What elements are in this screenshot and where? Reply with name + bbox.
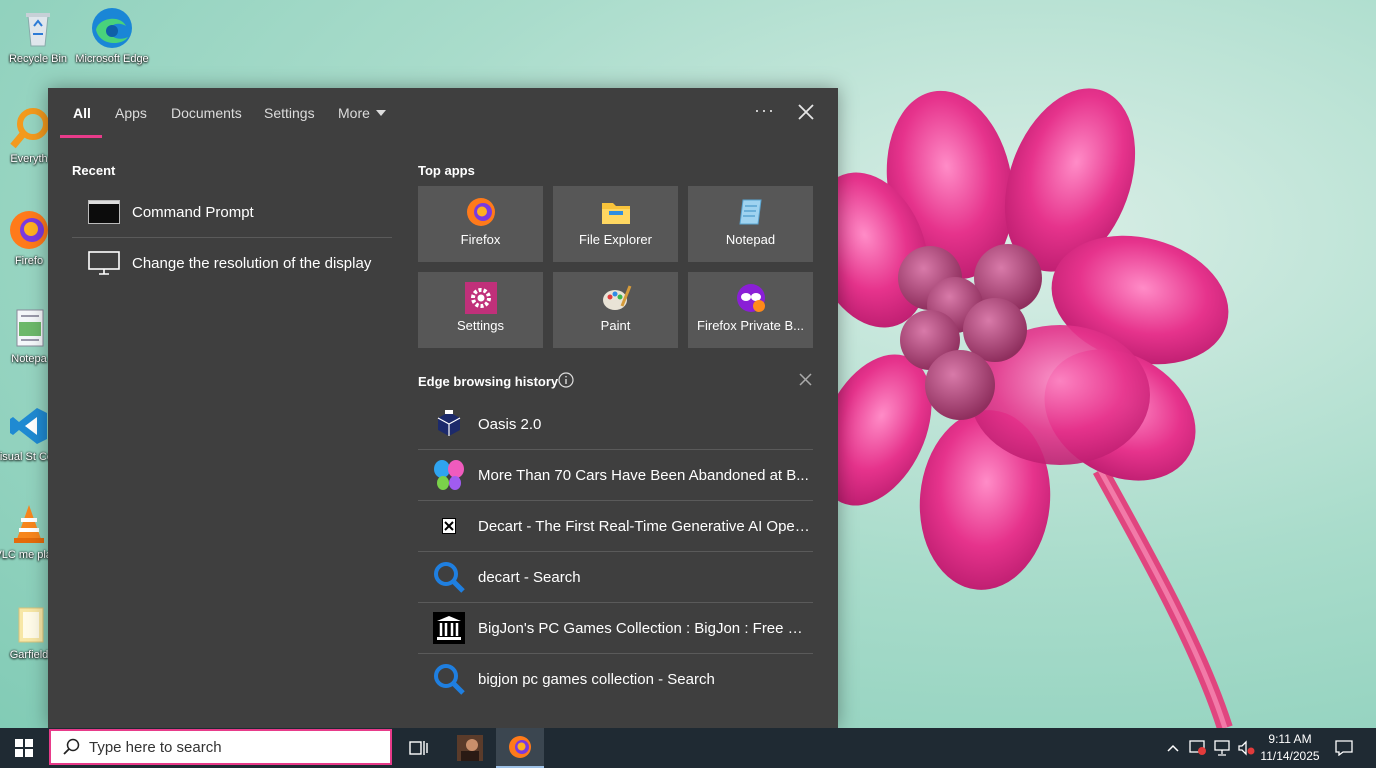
recent-item-label: Change the resolution of the display [132, 254, 372, 272]
command-prompt-icon [88, 200, 120, 224]
history-item[interactable]: Decart - The First Real-Time Generative … [418, 501, 813, 551]
history-item-label: More Than 70 Cars Have Been Abandoned at… [478, 466, 809, 484]
settings-gear-icon [464, 282, 497, 314]
start-button[interactable] [0, 728, 48, 768]
folder-icon [7, 602, 51, 646]
top-app-label: Paint [600, 318, 631, 333]
paint-palette-icon [600, 282, 632, 314]
edge-icon [90, 6, 134, 50]
taskbar-search-box[interactable] [49, 729, 392, 765]
taskbar-clock[interactable]: 9:11 AM 11/14/2025 [1253, 731, 1327, 765]
top-app-paint[interactable]: Paint [553, 272, 678, 348]
tab-more-label: More [338, 105, 370, 121]
chevron-up-icon [1167, 744, 1179, 752]
top-app-label: Notepad [725, 232, 776, 247]
history-item-label: Decart - The First Real-Time Generative … [478, 517, 813, 535]
top-apps-title: Top apps [418, 163, 475, 178]
desktop-icon-recycle-bin[interactable]: Recycle Bin [1, 6, 75, 65]
history-item-label: Oasis 2.0 [478, 415, 542, 433]
desktop-icon-label: Recycle Bin [8, 53, 68, 65]
history-item[interactable]: More Than 70 Cars Have Been Abandoned at… [418, 450, 813, 500]
top-app-label: Firefox Private B... [697, 318, 804, 333]
desktop-icon-label: Microsoft Edge [75, 53, 149, 65]
show-hidden-icons-button[interactable] [1163, 728, 1183, 768]
recent-item-display-resolution[interactable]: Change the resolution of the display [72, 238, 392, 288]
firefox-icon [465, 196, 497, 228]
task-view-button[interactable] [395, 728, 443, 768]
top-app-firefox-private[interactable]: Firefox Private B... [688, 272, 813, 348]
top-app-settings[interactable]: Settings [418, 272, 543, 348]
desktop-icon-edge[interactable]: Microsoft Edge [75, 6, 149, 65]
firefox-private-icon [735, 282, 767, 314]
recent-title: Recent [72, 163, 116, 178]
clear-history-close-icon[interactable] [799, 373, 812, 386]
top-app-label: File Explorer [579, 232, 652, 247]
network-icon [1214, 740, 1230, 756]
history-item[interactable]: decart - Search [418, 552, 813, 602]
security-alert-icon [1189, 740, 1206, 755]
taskbar-app-photo[interactable] [446, 728, 494, 768]
chevron-down-icon [375, 110, 386, 116]
monitor-icon [88, 251, 120, 275]
tray-network-button[interactable] [1211, 728, 1233, 768]
history-item-label: bigjon pc games collection - Search [478, 670, 715, 688]
search-icon [63, 738, 80, 755]
taskbar: 9:11 AM 11/14/2025 [0, 728, 1376, 768]
filter-tabs: All Apps Documents Settings More ··· [48, 88, 838, 138]
active-tab-indicator [60, 135, 102, 138]
task-view-icon [409, 741, 428, 755]
more-options-icon[interactable]: ··· [754, 100, 775, 121]
recycle-bin-icon [16, 6, 60, 50]
windows-logo-icon [15, 739, 33, 757]
app-thumbnail-icon [457, 735, 483, 761]
recent-item-command-prompt[interactable]: Command Prompt [72, 187, 392, 237]
tab-settings[interactable]: Settings [264, 105, 315, 121]
taskbar-app-firefox[interactable] [496, 728, 544, 768]
butterfly-icon [432, 458, 466, 492]
notepad-icon [7, 306, 51, 350]
info-icon[interactable] [558, 372, 574, 388]
search-icon [432, 662, 466, 696]
notification-center-button[interactable] [1330, 728, 1358, 768]
oasis-cube-icon [432, 407, 466, 441]
clock-time: 9:11 AM [1268, 732, 1312, 746]
history-item-label: decart - Search [478, 568, 581, 586]
recent-item-label: Command Prompt [132, 203, 254, 221]
decart-icon [432, 509, 466, 543]
history-item[interactable]: BigJon's PC Games Collection : BigJon : … [418, 603, 813, 653]
vscode-icon [7, 404, 51, 448]
tray-security-icon-button[interactable] [1187, 728, 1209, 768]
notepad-icon [735, 196, 767, 228]
history-item[interactable]: Oasis 2.0 [418, 399, 813, 449]
tab-apps[interactable]: Apps [115, 105, 147, 121]
notification-icon [1335, 740, 1353, 756]
top-app-file-explorer[interactable]: File Explorer [553, 186, 678, 262]
tab-more[interactable]: More [338, 105, 386, 121]
top-app-firefox[interactable]: Firefox [418, 186, 543, 262]
top-app-notepad[interactable]: Notepad [688, 186, 813, 262]
file-explorer-icon [600, 196, 632, 228]
clock-date: 11/14/2025 [1260, 749, 1320, 763]
firefox-icon [7, 208, 51, 252]
top-app-label: Firefox [460, 232, 501, 247]
search-input[interactable] [89, 738, 369, 756]
search-icon [432, 560, 466, 594]
history-title: Edge browsing history [418, 374, 559, 389]
archive-building-icon [432, 611, 466, 645]
tab-all[interactable]: All [73, 105, 91, 121]
close-icon[interactable] [796, 102, 816, 122]
tab-documents[interactable]: Documents [171, 105, 242, 121]
vlc-icon [7, 502, 51, 546]
top-app-label: Settings [457, 318, 504, 333]
firefox-icon [509, 736, 531, 758]
everything-icon [7, 106, 51, 150]
history-item[interactable]: bigjon pc games collection - Search [418, 654, 813, 704]
start-search-panel: All Apps Documents Settings More ··· Rec… [48, 88, 838, 728]
history-item-label: BigJon's PC Games Collection : BigJon : … [478, 619, 813, 637]
